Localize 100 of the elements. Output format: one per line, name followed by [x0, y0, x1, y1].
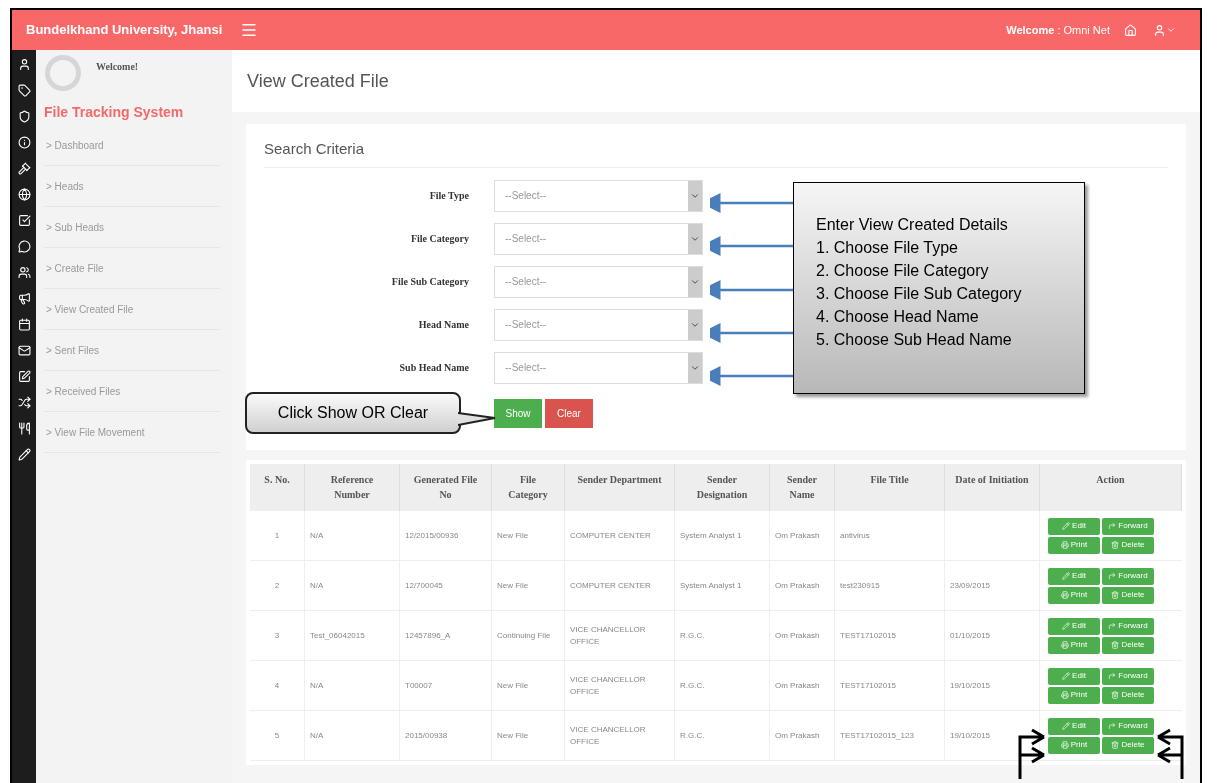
note-step: 1. Choose File Type	[816, 236, 1062, 259]
table-cell: 2	[274, 579, 280, 592]
globe-icon[interactable]	[17, 188, 31, 201]
mail-icon[interactable]	[17, 344, 31, 357]
shield-icon[interactable]	[17, 110, 31, 123]
table-cell: R.G.C.	[680, 729, 705, 742]
users-icon[interactable]	[17, 266, 31, 279]
column-header: Reference Number	[305, 464, 400, 511]
note-step: 3. Choose File Sub Category	[816, 282, 1062, 305]
table-cell: 2015/00938	[405, 729, 448, 742]
cutlery-icon[interactable]	[17, 422, 31, 435]
brand-title: Bundelkhand University, Jhansi	[26, 21, 224, 40]
chat-icon[interactable]	[17, 240, 31, 253]
row-action-button[interactable]: Delete	[1102, 636, 1154, 654]
forward-icon	[1108, 522, 1117, 530]
table-cell: N/A	[310, 679, 324, 692]
welcome-text: Welcome : Omni Net	[1006, 22, 1110, 38]
row-action-button[interactable]: Print	[1048, 686, 1100, 704]
callout-tail-drawing	[458, 410, 496, 428]
select-field[interactable]: --Select--	[494, 351, 703, 384]
home-icon[interactable]	[1124, 23, 1137, 37]
table-cell-text: VICE CHANCELLOR OFFICE	[570, 723, 647, 748]
info-icon[interactable]	[17, 136, 31, 149]
edit-icon[interactable]	[17, 370, 31, 383]
table-cell: test230915	[840, 579, 880, 592]
megaphone-icon[interactable]	[17, 292, 31, 305]
field-label: File Category	[409, 232, 469, 246]
field-label: Sub Head Name	[398, 361, 469, 375]
row-action-button[interactable]: Forward	[1102, 517, 1154, 535]
table-cell: Om Prakash	[775, 729, 820, 742]
row-action-button[interactable]: Forward	[1102, 717, 1154, 735]
table-cell: 12/700045	[405, 579, 443, 592]
forward-icon	[1108, 722, 1117, 730]
table-cell: COMPUTER CENTER	[570, 579, 651, 592]
table-cell: System Analyst 1	[680, 529, 742, 542]
select-field[interactable]: --Select--	[494, 265, 703, 298]
row-action-button[interactable]: Delete	[1102, 736, 1154, 754]
pencil-icon	[1062, 672, 1071, 680]
table-cell: 01/10/2015	[950, 629, 991, 642]
row-action-button[interactable]: Print	[1048, 536, 1100, 554]
row-action-button[interactable]: Delete	[1102, 586, 1154, 604]
select-field[interactable]: --Select--	[494, 222, 703, 255]
sidebar-item[interactable]: > Dashboard	[44, 125, 220, 166]
table-cell: Om Prakash	[775, 629, 820, 642]
table-cell: 23/09/2015	[950, 579, 991, 592]
column-header: S. No.	[250, 464, 305, 511]
table-cell: System Analyst 1	[680, 579, 742, 592]
row-action-button[interactable]: Print	[1048, 736, 1100, 754]
column-header: Sender Name	[770, 464, 835, 511]
sidebar-item[interactable]: > Sub Heads	[44, 207, 220, 248]
user-icon[interactable]	[17, 58, 31, 71]
shuffle-icon[interactable]	[17, 396, 31, 409]
row-action-button[interactable]: Forward	[1102, 667, 1154, 685]
table-cell: Test_06042015	[310, 629, 365, 642]
tag-icon[interactable]	[17, 84, 31, 97]
select-field[interactable]: --Select--	[494, 308, 703, 341]
pencil-icon[interactable]	[17, 448, 31, 461]
row-action-button[interactable]: Delete	[1102, 686, 1154, 704]
row-action-button[interactable]: Edit	[1048, 567, 1100, 585]
action-button[interactable]: Clear	[545, 398, 593, 428]
row-action-button[interactable]: Print	[1048, 586, 1100, 604]
table-cell: 12/2015/00936	[405, 529, 459, 542]
table-cell: 1	[274, 529, 280, 542]
table-cell: N/A	[310, 579, 324, 592]
row-action-button[interactable]: Forward	[1102, 567, 1154, 585]
calendar-icon[interactable]	[17, 318, 31, 331]
sidebar-item[interactable]: > Heads	[44, 166, 220, 207]
table-cell-text: VICE CHANCELLOR OFFICE	[570, 623, 647, 648]
field-label: File Sub Category	[390, 275, 469, 289]
table-cell: antivirus	[840, 529, 870, 542]
table-cell: New File	[497, 729, 529, 742]
row-action-button[interactable]: Edit	[1048, 667, 1100, 685]
note-step: 2. Choose File Category	[816, 259, 1062, 282]
note-title: Enter View Created Details	[816, 215, 1009, 235]
select-field[interactable]: --Select--	[494, 179, 703, 212]
pencil-icon	[1062, 622, 1071, 630]
sidebar-item[interactable]: > View Created File	[44, 289, 220, 330]
row-action-button[interactable]: Print	[1048, 636, 1100, 654]
sidebar-item[interactable]: > Sent Files	[44, 330, 220, 371]
row-action-button[interactable]: Edit	[1048, 517, 1100, 535]
sidebar-item[interactable]: > Received Files	[44, 371, 220, 412]
gavel-icon[interactable]	[17, 162, 31, 175]
menu-icon[interactable]	[240, 21, 258, 39]
table-cell: Om Prakash	[775, 529, 820, 542]
action-button[interactable]: Show	[494, 398, 542, 428]
row-action-button[interactable]: Edit	[1048, 717, 1100, 735]
column-header: Sender Department	[565, 464, 675, 511]
avatar-icon	[44, 54, 82, 92]
row-action-button[interactable]: Edit	[1048, 617, 1100, 635]
page-title: View Created File	[232, 50, 1200, 112]
checkbox-icon[interactable]	[17, 214, 31, 227]
row-action-button[interactable]: Delete	[1102, 536, 1154, 554]
trash-icon	[1111, 741, 1120, 749]
note-step: 4. Choose Head Name	[816, 305, 1062, 328]
table-cell: 19/10/2015	[950, 729, 991, 742]
sidebar-item[interactable]: > View File Movement	[44, 412, 220, 453]
column-header: File Category	[492, 464, 565, 511]
trash-icon	[1111, 691, 1120, 699]
sidebar-item[interactable]: > Create File	[44, 248, 220, 289]
row-action-button[interactable]: Forward	[1102, 617, 1154, 635]
